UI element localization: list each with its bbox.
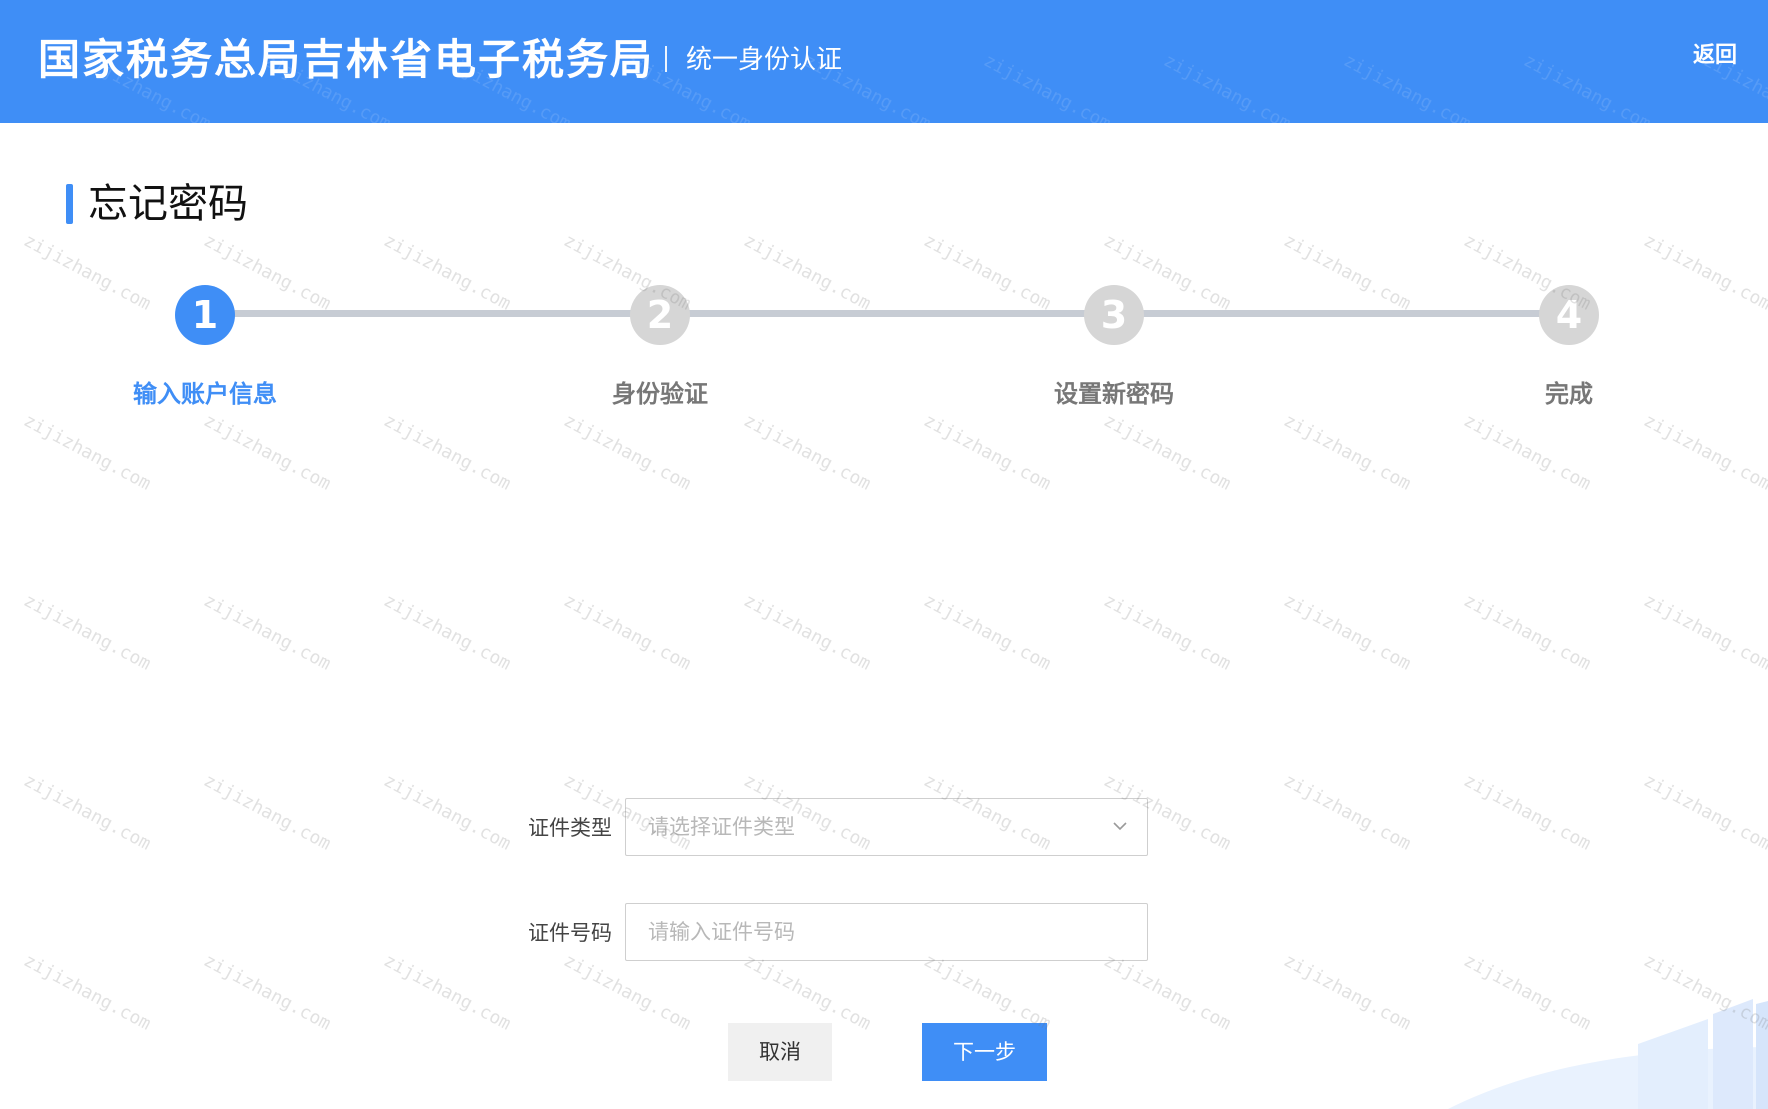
progress-steps: 1 输入账户信息 2 身份验证 3 设置新密码 4 完成	[0, 0, 1768, 420]
step-4-label: 完成	[1545, 380, 1593, 408]
watermark-text: zijizhang.com	[560, 410, 695, 495]
watermark-text: zijizhang.com	[920, 410, 1055, 495]
watermark-text: zijizhang.com	[740, 950, 875, 1035]
watermark-text: zijizhang.com	[1100, 950, 1235, 1035]
id-number-field-box	[625, 903, 1148, 961]
watermark-text: zijizhang.com	[1640, 410, 1768, 495]
next-step-button[interactable]: 下一步	[922, 1023, 1047, 1081]
watermark-text: zijizhang.com	[1280, 950, 1415, 1035]
watermark-text: zijizhang.com	[20, 950, 155, 1035]
watermark-text: zijizhang.com	[1640, 950, 1768, 1035]
step-2-label: 身份验证	[612, 380, 708, 408]
watermark-text: zijizhang.com	[740, 410, 875, 495]
building-decoration-graphic	[1448, 999, 1768, 1109]
watermark-text: zijizhang.com	[920, 950, 1055, 1035]
watermark-text: zijizhang.com	[1460, 950, 1595, 1035]
id-type-placeholder: 请选择证件类型	[648, 815, 795, 839]
step-4-circle: 4	[1539, 285, 1599, 345]
watermark-text: zijizhang.com	[20, 590, 155, 675]
id-type-select[interactable]: 请选择证件类型	[625, 798, 1148, 856]
watermark-text: zijizhang.com	[20, 770, 155, 855]
id-number-input[interactable]	[626, 904, 1147, 960]
watermark-text: zijizhang.com	[200, 950, 335, 1035]
chevron-down-icon	[1113, 822, 1127, 831]
watermark-text: zijizhang.com	[380, 590, 515, 675]
cancel-button[interactable]: 取消	[728, 1023, 832, 1081]
watermark-text: zijizhang.com	[1460, 590, 1595, 675]
watermark-text: zijizhang.com	[1280, 590, 1415, 675]
watermark-text: zijizhang.com	[1640, 590, 1768, 675]
watermark-text: zijizhang.com	[1280, 770, 1415, 855]
watermark-text: zijizhang.com	[200, 770, 335, 855]
watermark-text: zijizhang.com	[1280, 410, 1415, 495]
id-type-label: 证件类型	[528, 816, 612, 840]
watermark-text: zijizhang.com	[920, 590, 1055, 675]
step-3-label: 设置新密码	[1054, 380, 1174, 408]
id-number-label: 证件号码	[528, 921, 612, 945]
watermark-text: zijizhang.com	[1460, 770, 1595, 855]
watermark-text: zijizhang.com	[380, 950, 515, 1035]
step-3-circle: 3	[1084, 285, 1144, 345]
watermark-text: zijizhang.com	[740, 590, 875, 675]
watermark-text: zijizhang.com	[1460, 410, 1595, 495]
watermark-text: zijizhang.com	[200, 590, 335, 675]
step-progress-line	[205, 310, 1565, 317]
watermark-text: zijizhang.com	[1640, 770, 1768, 855]
watermark-text: zijizhang.com	[20, 410, 155, 495]
watermark-text: zijizhang.com	[560, 950, 695, 1035]
step-1-label: 输入账户信息	[133, 380, 277, 408]
step-2-circle: 2	[630, 285, 690, 345]
watermark-text: zijizhang.com	[560, 590, 695, 675]
watermark-text: zijizhang.com	[380, 410, 515, 495]
watermark-text: zijizhang.com	[200, 410, 335, 495]
step-1-circle: 1	[175, 285, 235, 345]
watermark-text: zijizhang.com	[1100, 410, 1235, 495]
watermark-text: zijizhang.com	[1100, 590, 1235, 675]
